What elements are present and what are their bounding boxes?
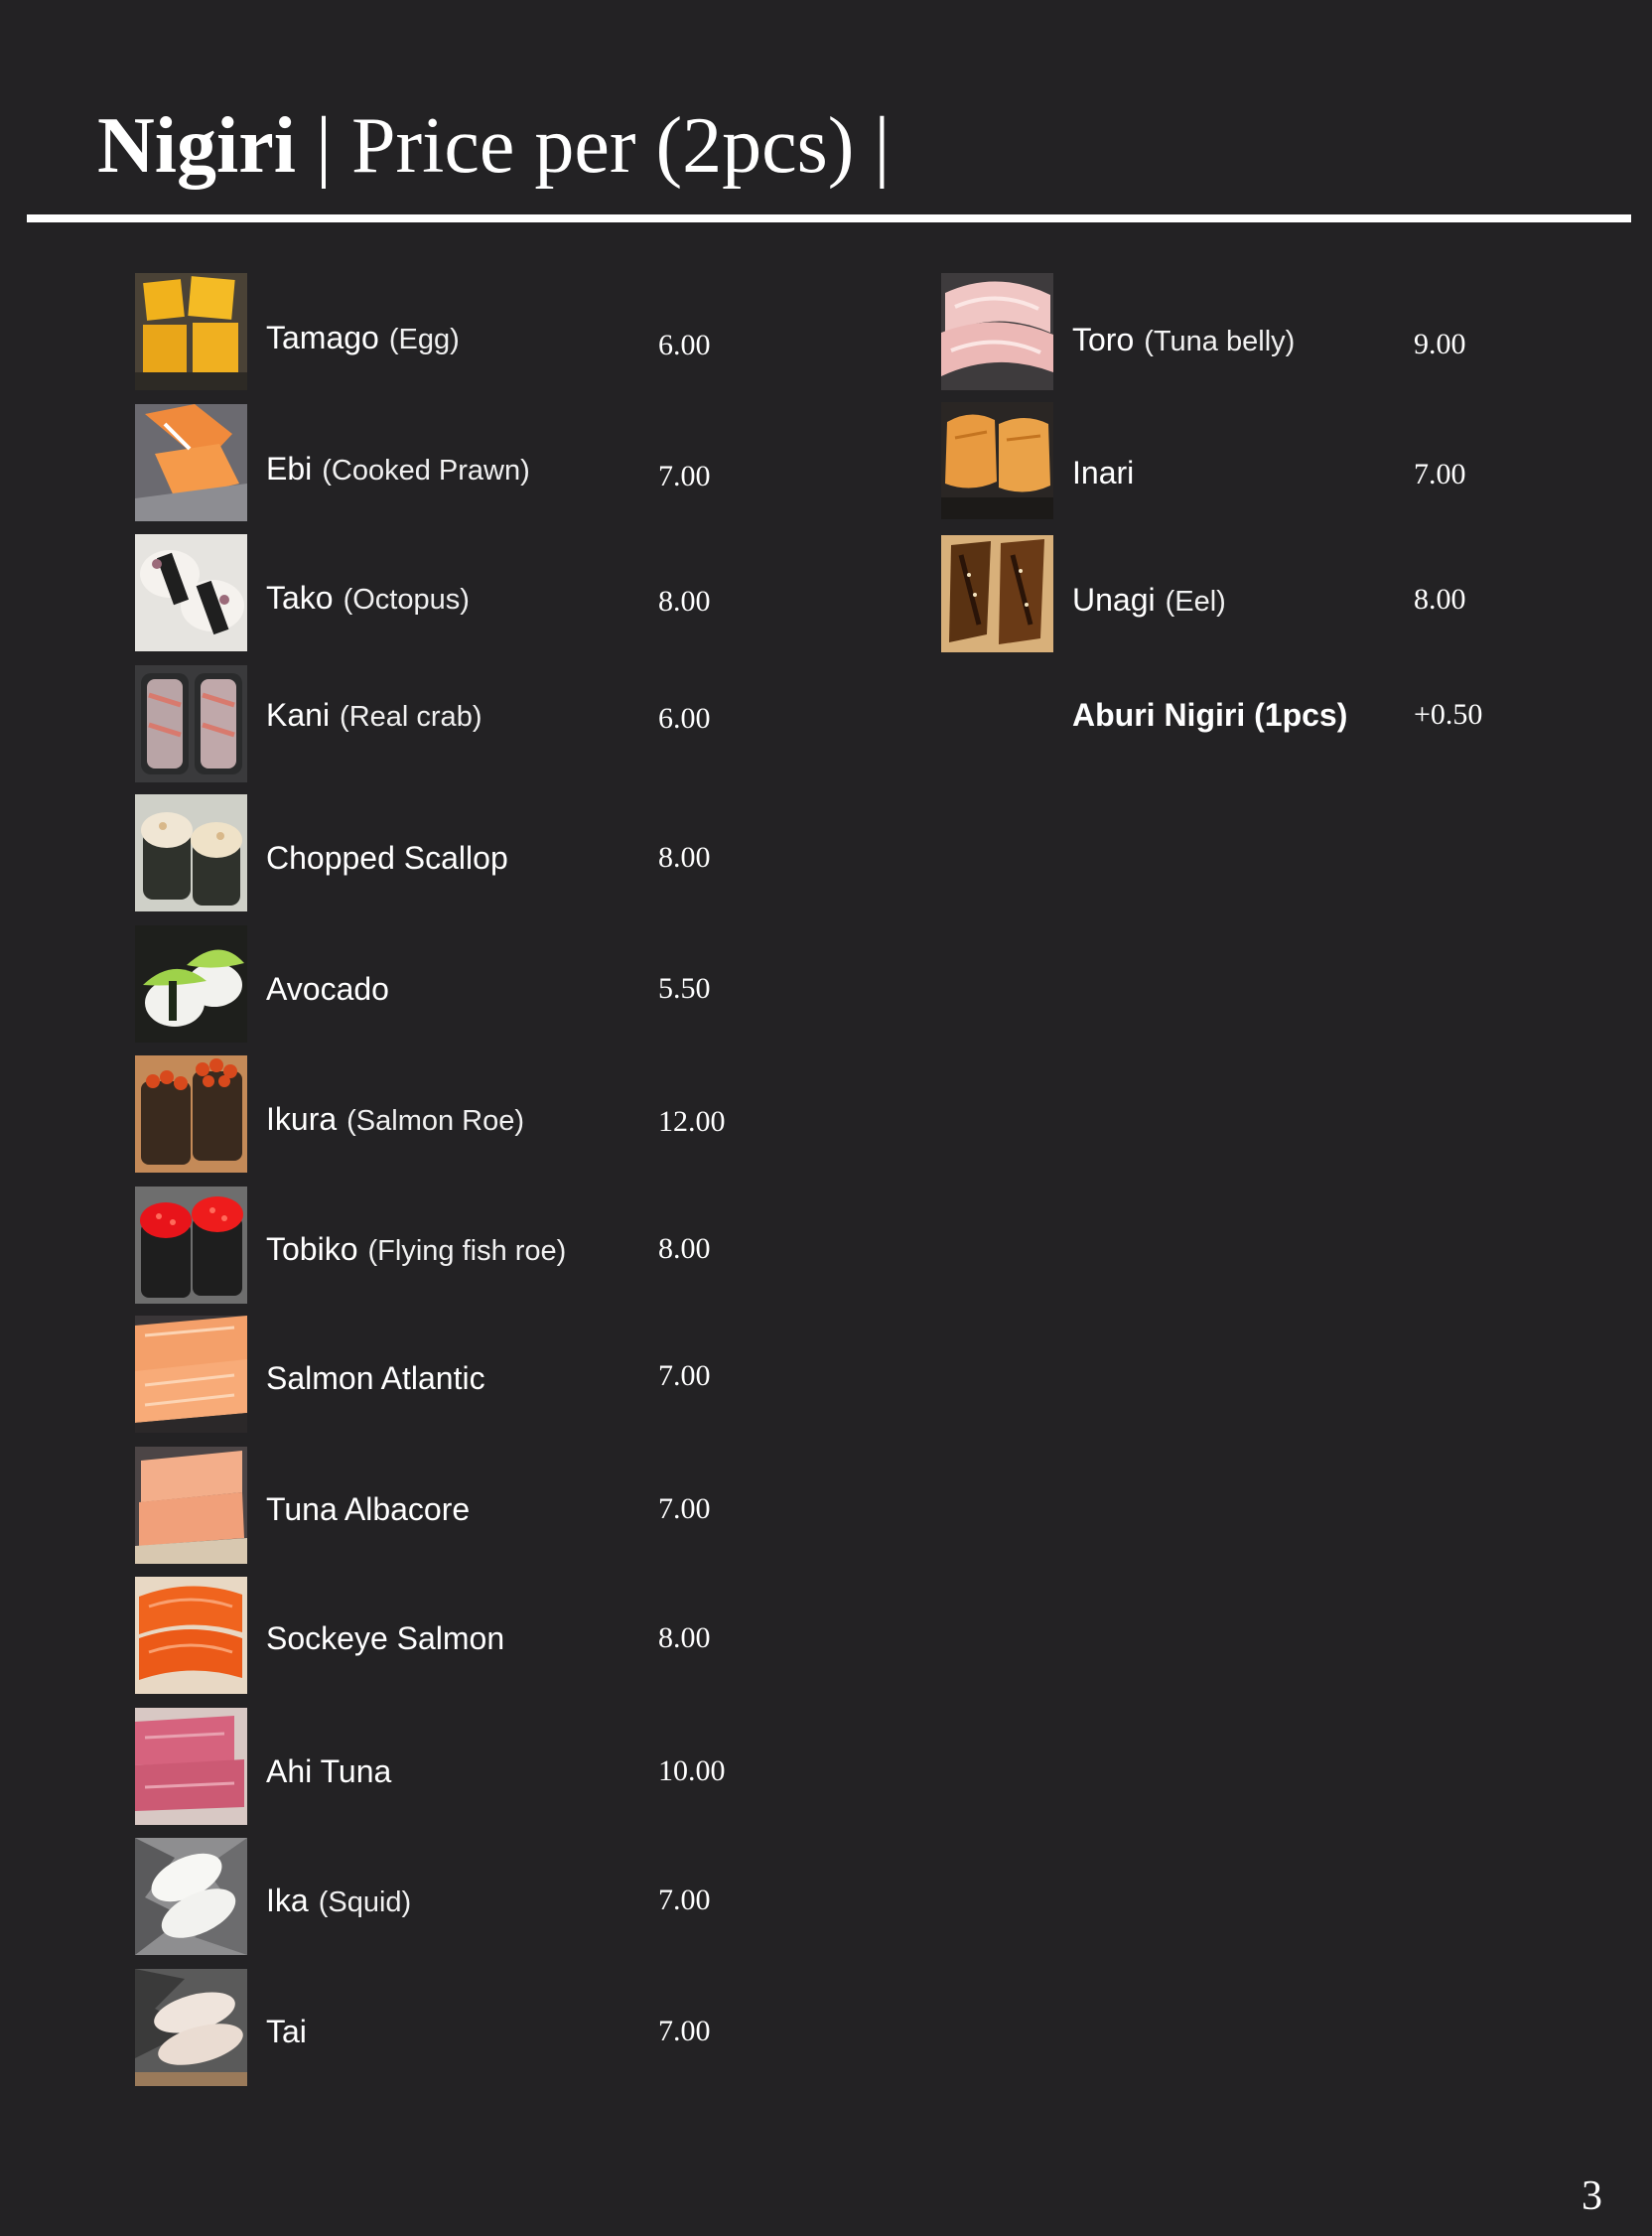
item-name-ahi-tuna: Ahi Tuna	[266, 1753, 392, 1789]
item-name-tamago: Tamago (Egg)	[266, 320, 460, 355]
salmon-atlantic-photo	[135, 1316, 247, 1433]
title-rest: | Price per (2pcs) |	[295, 102, 891, 190]
item-price-avocado: 5.50	[658, 972, 711, 1005]
item-price-tuna-albacore: 7.00	[658, 1492, 711, 1525]
chopped-scallop-photo	[135, 794, 247, 911]
item-name-ikura: Ikura (Salmon Roe)	[266, 1101, 525, 1137]
item-price-salmon-atlantic: 7.00	[658, 1359, 711, 1392]
ika-photo	[135, 1838, 247, 1955]
item-price-inari: 7.00	[1414, 458, 1466, 490]
item-price-ahi-tuna: 10.00	[658, 1754, 726, 1787]
item-price-chopped-scallop: 8.00	[658, 841, 711, 874]
item-name-sockeye-salmon: Sockeye Salmon	[266, 1620, 505, 1656]
item-name-ika: Ika (Squid)	[266, 1883, 412, 1918]
item-name-inari: Inari	[1072, 455, 1135, 490]
item-price-ika: 7.00	[658, 1884, 711, 1916]
tako-photo	[135, 534, 247, 651]
kani-photo	[135, 665, 247, 782]
item-name-tobiko: Tobiko (Flying fish roe)	[266, 1231, 567, 1267]
item-name-unagi: Unagi (Eel)	[1072, 582, 1226, 618]
item-price-ikura: 12.00	[658, 1105, 726, 1138]
ahi-tuna-photo	[135, 1708, 247, 1825]
ikura-photo	[135, 1055, 247, 1173]
item-price-tamago: 6.00	[658, 329, 711, 361]
title-strong: Nigiri	[97, 102, 296, 190]
item-name-salmon-atlantic: Salmon Atlantic	[266, 1360, 485, 1396]
unagi-photo	[941, 535, 1053, 652]
item-name-tai: Tai	[266, 2014, 307, 2049]
item-price-tobiko: 8.00	[658, 1232, 711, 1265]
tobiko-photo	[135, 1187, 247, 1304]
tuna-albacore-photo	[135, 1447, 247, 1564]
item-price-tai: 7.00	[658, 2015, 711, 2047]
avocado-photo	[135, 925, 247, 1043]
item-name-kani: Kani (Real crab)	[266, 697, 482, 733]
page-number: 3	[1582, 2173, 1602, 2219]
item-name-avocado: Avocado	[266, 971, 389, 1007]
tamago-photo	[135, 273, 247, 390]
tai-photo	[135, 1969, 247, 2086]
sockeye-salmon-photo	[135, 1577, 247, 1694]
item-name-ebi: Ebi (Cooked Prawn)	[266, 451, 530, 487]
item-price-unagi: 8.00	[1414, 583, 1466, 616]
item-price-toro: 9.00	[1414, 328, 1466, 360]
inari-photo	[941, 402, 1053, 519]
item-name-toro: Toro (Tuna belly)	[1072, 322, 1296, 357]
item-name-tako: Tako (Octopus)	[266, 580, 470, 616]
ebi-photo	[135, 404, 247, 521]
item-name-aburi-nigiri: Aburi Nigiri (1pcs)	[1072, 697, 1348, 733]
item-price-ebi: 7.00	[658, 460, 711, 492]
item-price-aburi-nigiri: +0.50	[1414, 698, 1483, 731]
item-name-tuna-albacore: Tuna Albacore	[266, 1491, 471, 1527]
item-price-sockeye-salmon: 8.00	[658, 1621, 711, 1654]
item-name-chopped-scallop: Chopped Scallop	[266, 840, 508, 876]
toro-photo	[941, 273, 1053, 390]
item-price-kani: 6.00	[658, 702, 711, 735]
page-title: Nigiri | Price per (2pcs) |	[97, 91, 890, 201]
title-divider	[27, 214, 1631, 222]
item-price-tako: 8.00	[658, 585, 711, 618]
